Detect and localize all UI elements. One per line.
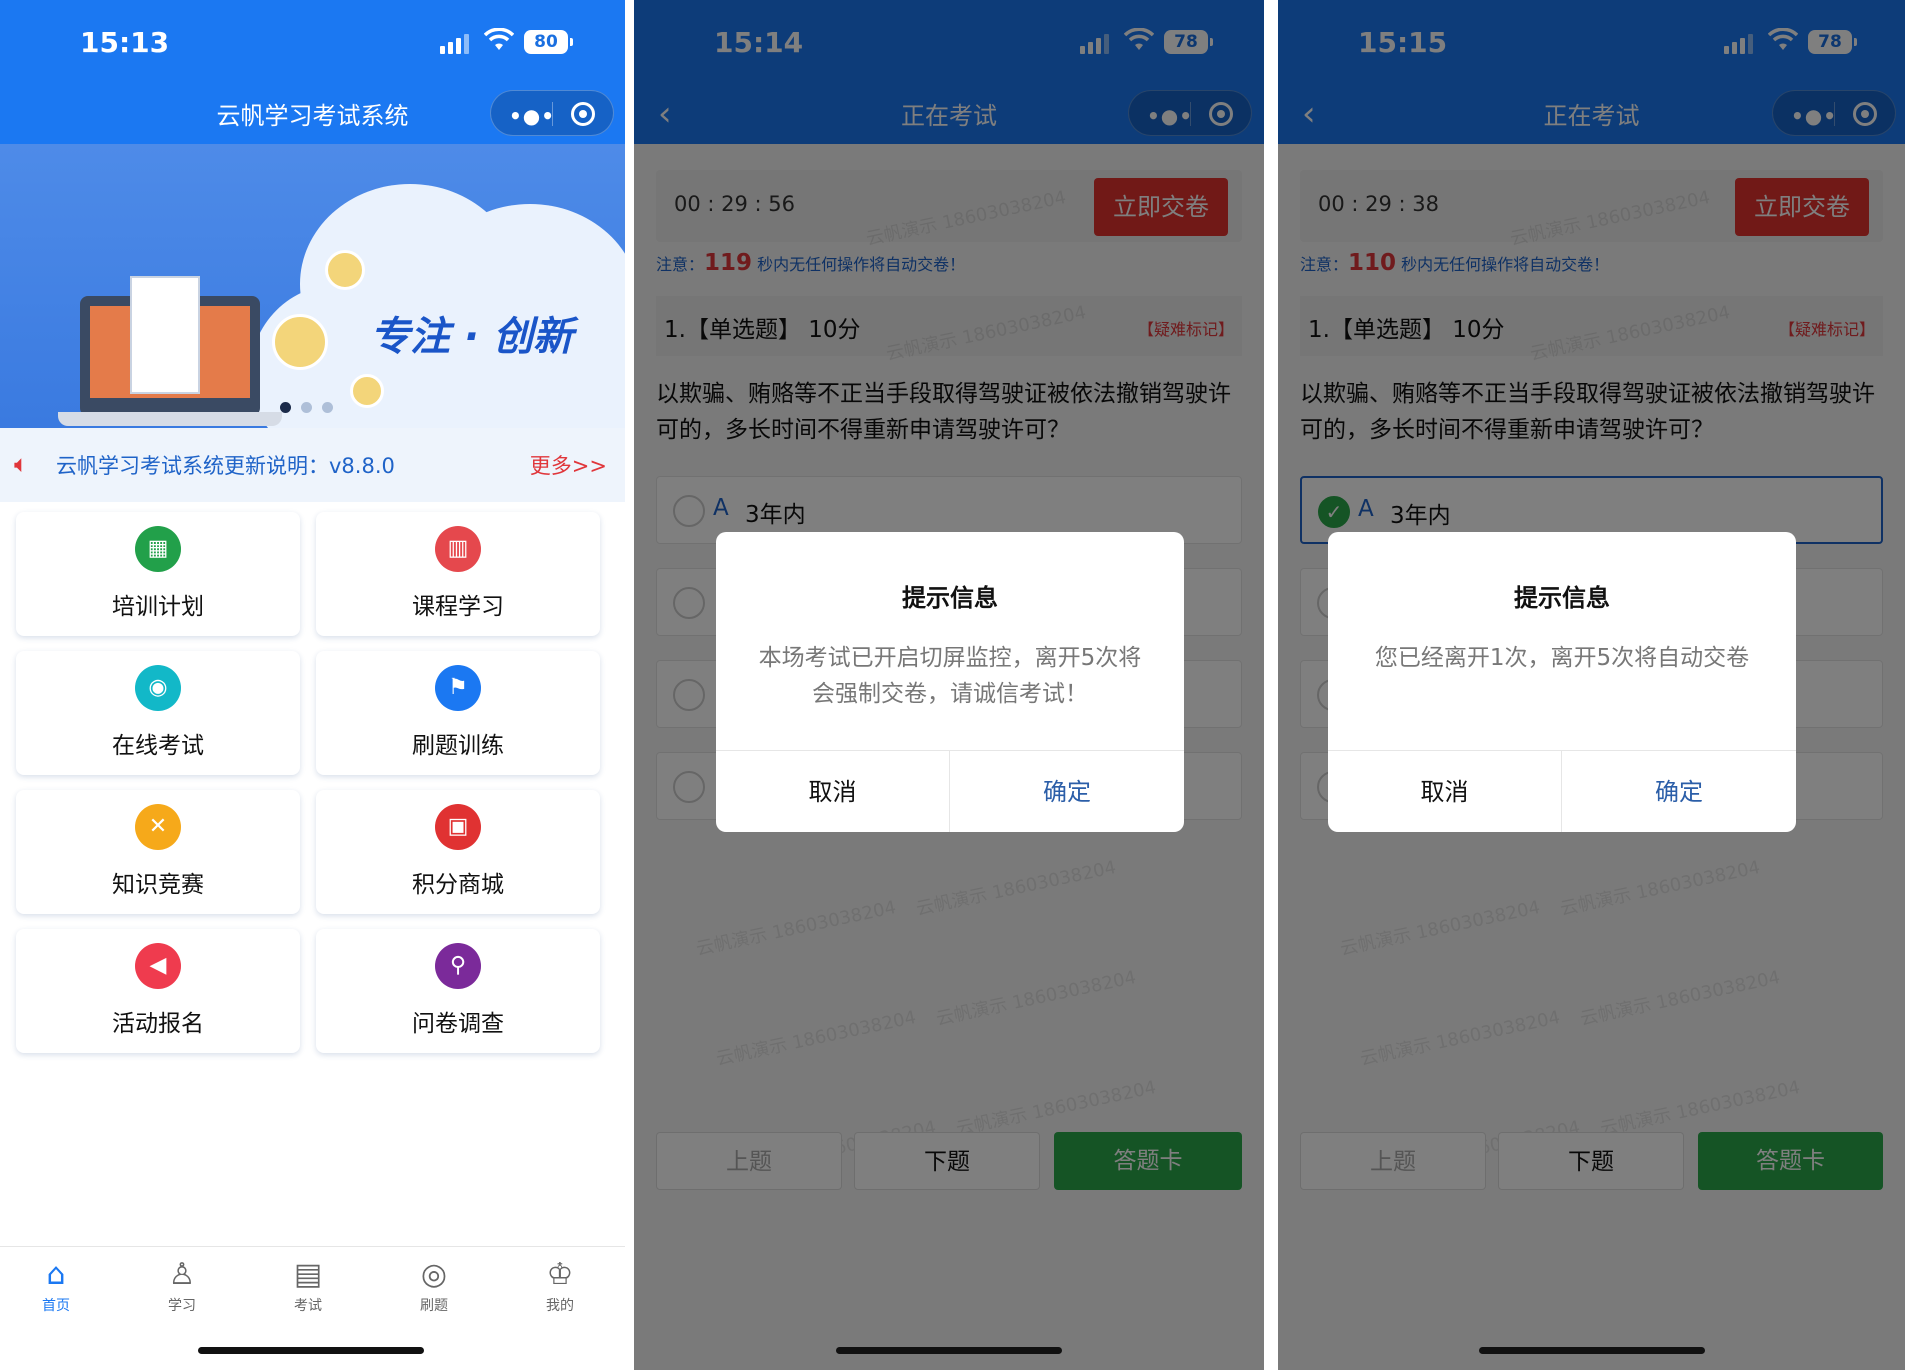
- carousel-dot: [322, 402, 333, 413]
- feature-grid: ▦ 培训计划 ▥ 课程学习 ◉ 在线考试 ⚑ 刷题训练 ✕ 知识竞赛 ▣ 积分商城 ◀ 活动报名 ⚲ 问卷调查: [16, 512, 604, 1053]
- feature-card[interactable]: ⚑ 刷题训练: [316, 651, 600, 775]
- wifi-icon: [484, 28, 514, 50]
- swords-icon: ✕: [135, 804, 181, 850]
- location-pin-icon: ◉: [135, 665, 181, 711]
- exam-screen-first-warning: 15:14 78 ‹ 正在考试 •●• 00 : 29 : 56 立即交卷 注意…: [634, 0, 1264, 1370]
- feature-label: 问卷调查: [412, 1011, 504, 1037]
- laptop-illustration: [58, 276, 282, 426]
- dialog-title: 提示信息: [1514, 584, 1610, 612]
- feature-card[interactable]: ▣ 积分商城: [316, 790, 600, 914]
- feature-label: 刷题训练: [412, 733, 504, 759]
- megaphone-icon: ◀: [135, 943, 181, 989]
- alert-dialog: 提示信息 本场考试已开启切屏监控，离开5次将会强制交卷，请诚信考试！ 取消 确定: [716, 532, 1184, 832]
- more-icon[interactable]: •●•: [509, 104, 555, 128]
- survey-search-icon: ⚲: [435, 943, 481, 989]
- speaker-icon: 🔈︎: [14, 450, 29, 478]
- tab-study[interactable]: ♙ 学习: [142, 1257, 222, 1315]
- tab-label: 我的: [546, 1298, 574, 1314]
- tab-label: 首页: [42, 1298, 70, 1314]
- dialog-message: 您已经离开1次，离开5次将自动交卷: [1374, 645, 1750, 671]
- star-icon: [350, 374, 384, 408]
- dialog-confirm-button[interactable]: 确定: [1562, 750, 1796, 832]
- tab-label: 考试: [294, 1298, 322, 1314]
- status-time: 15:13: [80, 26, 170, 59]
- close-target-icon[interactable]: [571, 102, 595, 126]
- user-avatar-icon: [272, 314, 328, 370]
- battery-icon: 80: [524, 30, 573, 54]
- feature-card[interactable]: ▥ 课程学习: [316, 512, 600, 636]
- exam-paper-icon: ▤: [293, 1257, 323, 1292]
- feature-label: 课程学习: [412, 594, 504, 620]
- banner-carousel[interactable]: 专注 · 创新: [0, 144, 625, 428]
- tab-profile[interactable]: ♔ 我的: [520, 1257, 600, 1315]
- dialog-cancel-button[interactable]: 取消: [1328, 750, 1562, 832]
- dialog-title: 提示信息: [902, 584, 998, 612]
- flag-icon: ⚑: [435, 665, 481, 711]
- home-indicator: [836, 1347, 1062, 1354]
- capsule-divider: [552, 102, 553, 126]
- carousel-dot: [301, 402, 312, 413]
- mini-program-capsule[interactable]: •●•: [490, 90, 614, 136]
- feature-label: 积分商城: [412, 872, 504, 898]
- signal-icon: [440, 34, 469, 54]
- notice-text[interactable]: 云帆学习考试系统更新说明：v8.8.0: [56, 450, 395, 480]
- profile-icon: ♔: [546, 1257, 574, 1292]
- more-link[interactable]: 更多>>: [530, 450, 607, 480]
- books-icon: ▥: [435, 526, 481, 572]
- home-indicator: [1479, 1347, 1705, 1354]
- feature-label: 知识竞赛: [112, 872, 204, 898]
- feature-label: 在线考试: [112, 733, 204, 759]
- carousel-dot: [280, 402, 291, 413]
- notice-bar[interactable]: 🔈︎ 云帆学习考试系统更新说明：v8.8.0 更多>>: [0, 428, 625, 502]
- tab-practice[interactable]: ◎ 刷题: [394, 1257, 474, 1315]
- carousel-indicator: [280, 402, 333, 413]
- feature-card[interactable]: ▦ 培训计划: [16, 512, 300, 636]
- shopping-bag-icon: ▣: [435, 804, 481, 850]
- tab-label: 刷题: [420, 1298, 448, 1314]
- status-bar: 15:13 80: [0, 0, 625, 84]
- dialog-message: 本场考试已开启切屏监控，离开5次将会强制交卷，请诚信考试！: [758, 645, 1142, 707]
- exam-screen-second-warning: 15:15 78 ‹ 正在考试 •●• 00 : 29 : 38 立即交卷 注意…: [1278, 0, 1905, 1370]
- tab-exam-paper[interactable]: ▤ 考试: [268, 1257, 348, 1315]
- feature-label: 培训计划: [112, 594, 204, 620]
- home-icon: ⌂: [46, 1257, 66, 1292]
- feature-card[interactable]: ◉ 在线考试: [16, 651, 300, 775]
- tab-home[interactable]: ⌂ 首页: [16, 1257, 96, 1315]
- dialog-confirm-button[interactable]: 确定: [950, 750, 1184, 832]
- tab-label: 学习: [168, 1298, 196, 1314]
- feature-card[interactable]: ⚲ 问卷调查: [316, 929, 600, 1053]
- banner-slogan: 专注 · 创新: [370, 314, 574, 360]
- home-screen: 15:13 80 云帆学习考试系统 •●• 专注 · 创新 🔈︎ 云帆学习考试系…: [0, 0, 625, 1370]
- user-avatar-icon: [325, 250, 365, 290]
- feature-label: 活动报名: [112, 1011, 204, 1037]
- alert-dialog: 提示信息 您已经离开1次，离开5次将自动交卷 取消 确定: [1328, 532, 1796, 832]
- nav-bar: 云帆学习考试系统 •●•: [0, 84, 625, 144]
- practice-icon: ◎: [420, 1257, 448, 1292]
- home-indicator: [198, 1347, 424, 1354]
- feature-card[interactable]: ✕ 知识竞赛: [16, 790, 300, 914]
- feature-card[interactable]: ◀ 活动报名: [16, 929, 300, 1053]
- dialog-cancel-button[interactable]: 取消: [716, 750, 950, 832]
- training-plan-icon: ▦: [135, 526, 181, 572]
- study-icon: ♙: [168, 1257, 196, 1292]
